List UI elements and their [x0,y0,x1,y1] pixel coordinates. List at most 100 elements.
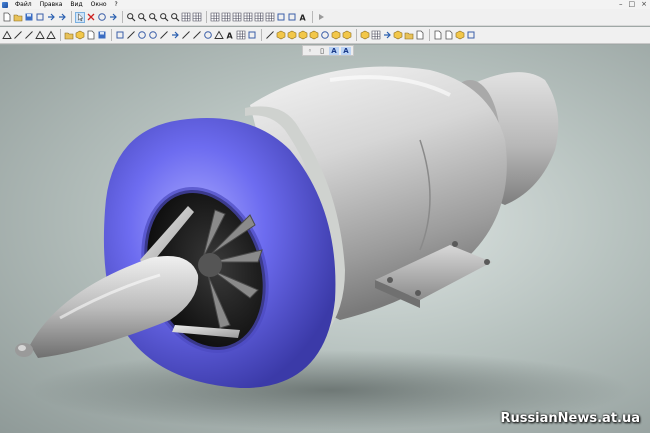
sketch-icon[interactable] [2,30,12,41]
zoom-window-icon[interactable] [170,12,180,23]
bom-icon[interactable] [433,30,443,41]
hatch-icon[interactable] [236,30,246,41]
fillet-icon[interactable] [203,30,213,41]
line-icon[interactable] [126,30,136,41]
zoom-icon[interactable] [126,12,136,23]
font-size-icon[interactable]: ▯ [317,47,327,55]
menu-view[interactable]: Вид [66,0,86,9]
toolbar-separator [429,29,430,41]
offset-icon[interactable] [170,30,180,41]
circle-icon[interactable] [148,30,158,41]
section-icon[interactable] [393,30,403,41]
render-icon[interactable] [455,30,465,41]
menu-bar: Файл Правка Вид Окно ? – □ × [0,0,650,9]
solid-icon[interactable] [287,30,297,41]
text-icon[interactable]: A [298,12,308,23]
close-button[interactable]: × [641,0,647,9]
undo-icon[interactable] [46,12,56,23]
axis-icon[interactable] [265,30,275,41]
spline-icon[interactable] [192,30,202,41]
tile-windows-icon[interactable] [232,12,242,23]
open-folder-icon[interactable] [13,12,23,23]
drawing-view-icon[interactable] [444,30,454,41]
svg-text:A: A [227,32,234,41]
export-icon[interactable] [97,30,107,41]
minimize-button[interactable]: – [619,0,623,9]
3d-viewport[interactable] [0,45,650,433]
zoom-in-icon[interactable] [137,12,147,23]
insert-image-icon[interactable] [247,30,257,41]
play-icon[interactable] [316,12,326,23]
toolbar-separator [312,11,313,23]
assembly-icon[interactable] [404,30,414,41]
watermark-text: RussianNews.at.ua [500,411,640,426]
maximize-button[interactable]: □ [629,0,636,9]
toolbar-separator [261,29,262,41]
pattern-icon[interactable] [371,30,381,41]
toolbar-separator [356,29,357,41]
main-toolbar: A [0,9,650,26]
grid-icon[interactable] [181,12,191,23]
rectangle-icon[interactable] [115,30,125,41]
new-document-icon[interactable] [2,12,12,23]
toolbar-separator [71,11,72,23]
text-tool-icon[interactable]: A [225,30,235,41]
measure-icon[interactable] [24,30,34,41]
zoom-fit-icon[interactable] [159,12,169,23]
variables-icon[interactable] [254,12,264,23]
sweep-icon[interactable] [342,30,352,41]
text-style-toolbar: ◦ ▯ A A [302,45,354,56]
menu-edit[interactable]: Правка [36,0,67,9]
pan-view-icon[interactable] [108,12,118,23]
properties-icon[interactable] [210,12,220,23]
redo-icon[interactable] [57,12,67,23]
constraint-icon[interactable] [46,30,56,41]
curve-icon[interactable] [159,30,169,41]
drawing-toolbar: A [0,27,650,44]
face-icon[interactable] [276,30,286,41]
select-pointer-icon[interactable] [75,11,85,23]
svg-text:A: A [300,14,307,23]
image-icon[interactable] [287,12,297,23]
toolbar-separator [60,29,61,41]
mirror-icon[interactable] [382,30,392,41]
boolean-icon[interactable] [360,30,370,41]
menu-file[interactable]: Файл [11,0,36,9]
zoom-out-icon[interactable] [148,12,158,23]
report-icon[interactable] [86,30,96,41]
model-tree-icon[interactable] [75,30,85,41]
engine-3d-model [15,66,630,430]
toolbar-separator [122,11,123,23]
options-icon[interactable] [466,30,476,41]
toolbar-separator [111,29,112,41]
menu-help[interactable]: ? [111,0,122,9]
text-style-icon[interactable]: ◦ [305,47,315,55]
window-icon[interactable] [221,12,231,23]
parameters-icon[interactable] [265,12,275,23]
extrude-icon[interactable] [309,30,319,41]
print-icon[interactable] [35,12,45,23]
polyline-icon[interactable] [181,30,191,41]
part-icon[interactable] [415,30,425,41]
loft-icon[interactable] [331,30,341,41]
menu-window[interactable]: Окно [87,0,111,9]
revolve-icon[interactable] [320,30,330,41]
arc-icon[interactable] [137,30,147,41]
text-bold-button[interactable]: A [329,46,339,55]
library-icon[interactable] [64,30,74,41]
dimension-icon[interactable] [13,30,23,41]
shell-icon[interactable] [298,30,308,41]
macro-icon[interactable] [276,12,286,23]
text-italic-button[interactable]: A [341,46,351,55]
attribute-icon[interactable] [35,30,45,41]
rotate-view-icon[interactable] [97,12,107,23]
app-logo-icon [2,1,8,8]
delete-icon[interactable] [86,12,96,23]
cad-application-window: Файл Правка Вид Окно ? – □ × A A ◦ ▯ A A… [0,0,650,433]
save-icon[interactable] [24,12,34,23]
toolbar-separator [206,11,207,23]
layers-icon[interactable] [192,12,202,23]
table-icon[interactable] [243,12,253,23]
chamfer-icon[interactable] [214,30,224,41]
window-controls: – □ × [619,0,647,9]
